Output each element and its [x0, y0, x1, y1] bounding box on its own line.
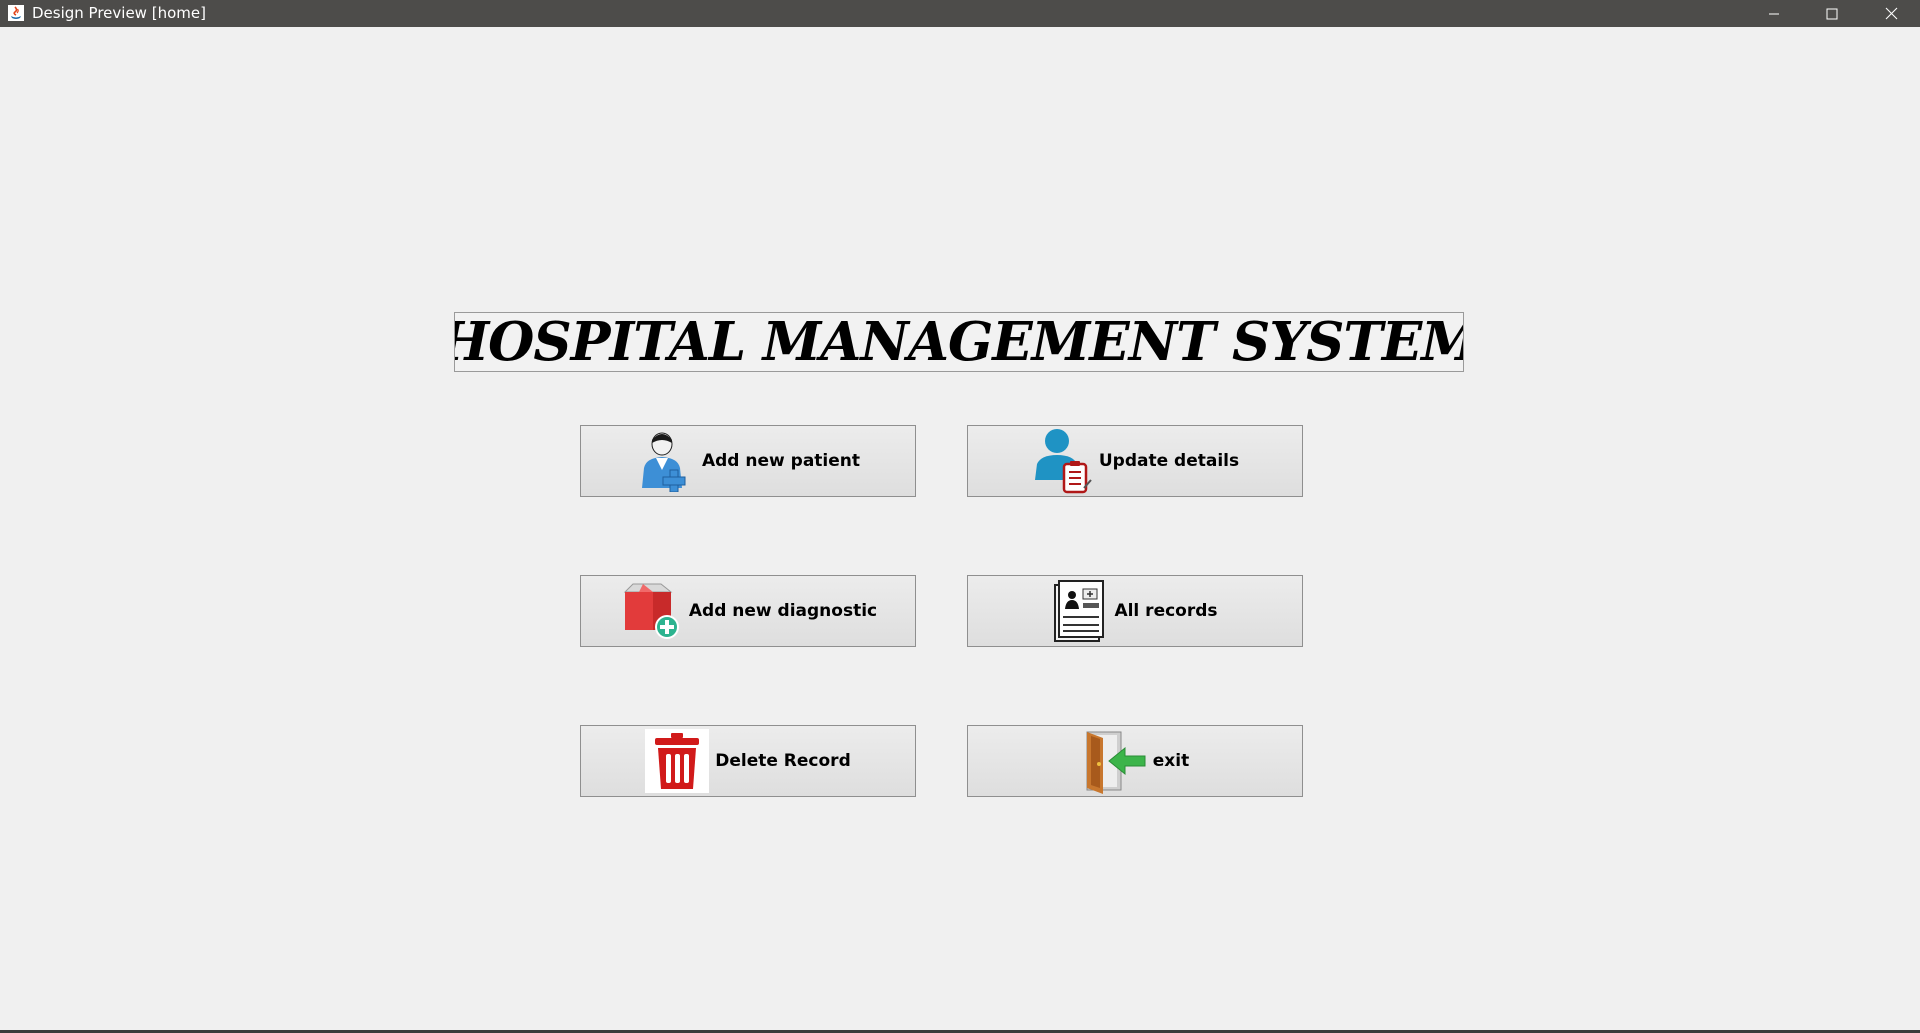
- trash-icon: [645, 729, 710, 793]
- java-app-icon: [8, 5, 24, 21]
- main-panel: [0, 27, 1920, 1030]
- maximize-button[interactable]: [1803, 0, 1861, 27]
- add-new-patient-label: Add new patient: [701, 451, 861, 471]
- records-icon: [1052, 579, 1108, 643]
- exit-label: exit: [1152, 751, 1190, 771]
- page-title: HOSPITAL MANAGEMENT SYSTEM: [454, 312, 1464, 372]
- exit-door-icon: [1081, 728, 1147, 794]
- all-records-label: All records: [1114, 601, 1218, 621]
- maximize-icon: [1826, 8, 1838, 20]
- delete-record-label: Delete Record: [715, 751, 851, 771]
- update-details-icon: [1031, 428, 1093, 494]
- delete-record-button[interactable]: Delete Record: [580, 725, 916, 797]
- minimize-button[interactable]: [1745, 0, 1803, 27]
- add-new-diagnostic-label: Add new diagnostic: [688, 601, 878, 621]
- window-title: Design Preview [home]: [32, 4, 206, 22]
- window-titlebar: Design Preview [home]: [0, 0, 1920, 27]
- add-patient-icon: [636, 430, 696, 492]
- exit-button[interactable]: exit: [967, 725, 1303, 797]
- add-diagnostic-icon: [619, 582, 683, 640]
- close-icon: [1885, 7, 1898, 20]
- minimize-icon: [1768, 8, 1780, 20]
- add-new-diagnostic-button[interactable]: Add new diagnostic: [580, 575, 916, 647]
- all-records-button[interactable]: All records: [967, 575, 1303, 647]
- update-details-label: Update details: [1098, 451, 1240, 471]
- close-button[interactable]: [1862, 0, 1920, 27]
- add-new-patient-button[interactable]: Add new patient: [580, 425, 916, 497]
- update-details-button[interactable]: Update details: [967, 425, 1303, 497]
